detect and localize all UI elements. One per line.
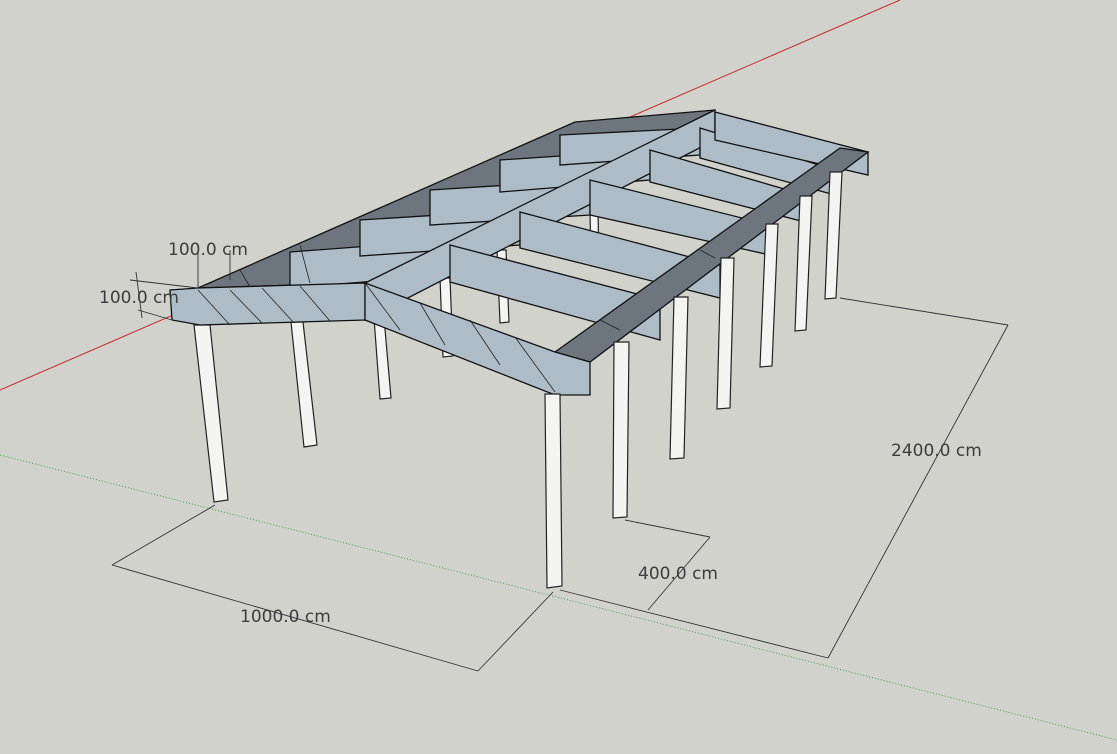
dimension-beam-height[interactable]: 100.0 cm <box>99 288 179 308</box>
sketchup-viewport[interactable]: 100.0 cm 100.0 cm 1000.0 cm 400.0 cm 240… <box>0 0 1117 754</box>
column <box>612 341 630 519</box>
dimension-beam-width[interactable]: 100.0 cm <box>168 240 248 260</box>
dimension-total-length[interactable]: 2400.0 cm <box>891 441 982 461</box>
dimension-span-width[interactable]: 1000.0 cm <box>240 607 331 627</box>
front-gable-beam <box>169 282 366 326</box>
dimension-column-spacing[interactable]: 400.0 cm <box>638 564 718 584</box>
column <box>544 393 563 589</box>
